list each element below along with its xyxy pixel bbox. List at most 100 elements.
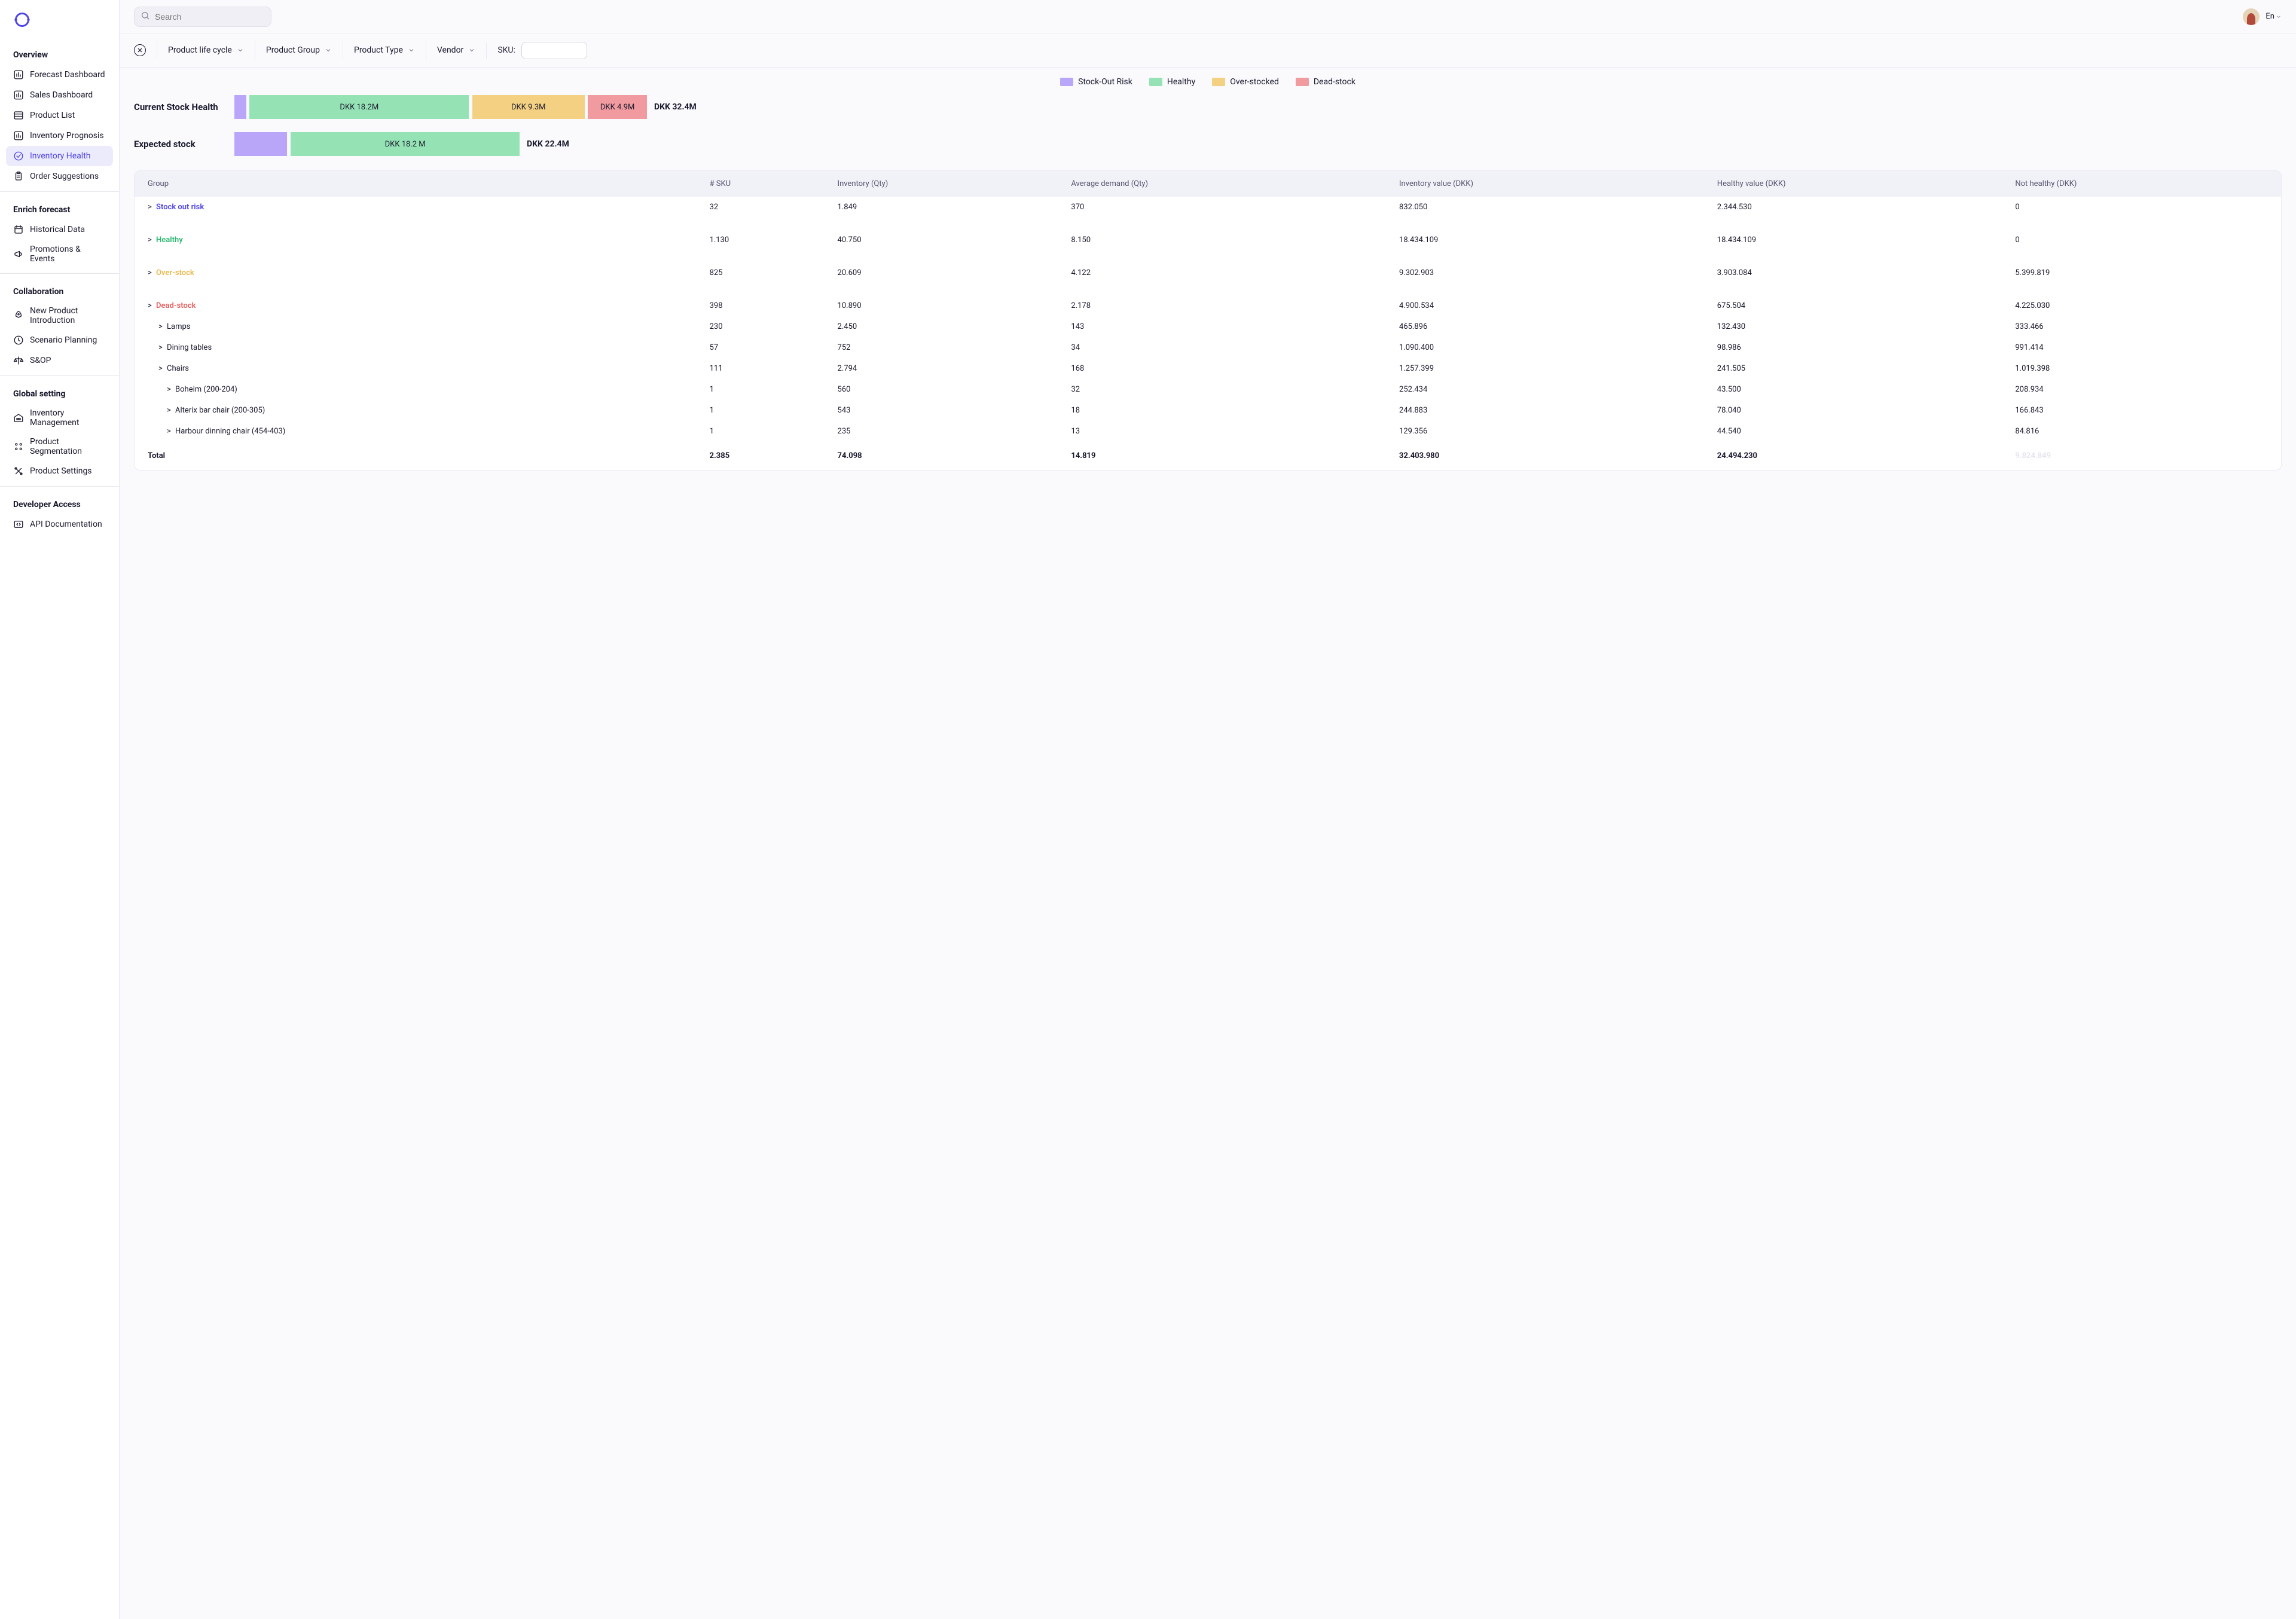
avatar[interactable] (2243, 8, 2260, 25)
filter-lifecycle[interactable]: Product life cycle (157, 41, 255, 60)
data-cell: 4.225.030 (2008, 295, 2281, 316)
data-cell: 1 (703, 421, 831, 442)
total-cell: 9.824.849 (2008, 442, 2281, 470)
legend-item: Stock-Out Risk (1060, 77, 1132, 87)
table-header[interactable]: Healthy value (DKK) (1710, 171, 2008, 197)
table-row[interactable]: > Harbour dinning chair (454-403)1235131… (135, 421, 2281, 442)
app-logo[interactable] (0, 0, 119, 37)
table-row[interactable]: > Chairs1112.7941681.257.399241.5051.019… (135, 358, 2281, 379)
group-cell[interactable]: > Stock out risk (135, 197, 703, 218)
group-cell[interactable]: > Alterix bar chair (200-305) (135, 400, 703, 421)
group-cell[interactable]: > Lamps (135, 316, 703, 337)
sidebar-item-label: Inventory Management (30, 408, 106, 427)
table-row[interactable]: > Stock out risk321.849370832.0502.344.5… (135, 197, 2281, 218)
data-cell: 18 (1064, 400, 1392, 421)
bar-segment[interactable] (234, 95, 246, 119)
group-cell[interactable]: > Over-stock (135, 262, 703, 283)
reset-filters-button[interactable] (134, 44, 146, 56)
sku-input[interactable] (521, 42, 587, 59)
sidebar-item-inventory-management[interactable]: Inventory Management (6, 404, 113, 432)
data-cell: 1.090.400 (1392, 337, 1710, 358)
sidebar-item-product-settings[interactable]: Product Settings (6, 461, 113, 481)
sidebar-item-label: Promotions & Events (30, 245, 106, 264)
data-cell: 1 (703, 379, 831, 400)
sidebar-section-title: Global setting (0, 381, 119, 404)
close-icon (137, 47, 143, 53)
table-header[interactable]: Average demand (Qty) (1064, 171, 1392, 197)
content: Stock-Out RiskHealthyOver-stockedDead-st… (120, 68, 2296, 1619)
group-cell[interactable]: > Dining tables (135, 337, 703, 358)
sidebar-item-order-suggestions[interactable]: Order Suggestions (6, 166, 113, 187)
sidebar-item-inventory-health[interactable]: Inventory Health (6, 146, 113, 166)
group-cell[interactable]: > Harbour dinning chair (454-403) (135, 421, 703, 442)
table-row[interactable]: > Dead-stock39810.8902.1784.900.534675.5… (135, 295, 2281, 316)
table-row[interactable]: > Alterix bar chair (200-305)154318244.8… (135, 400, 2281, 421)
sidebar-item-inventory-prognosis[interactable]: Inventory Prognosis (6, 126, 113, 146)
table-header[interactable]: # SKU (703, 171, 831, 197)
data-cell: 20.609 (831, 262, 1064, 283)
sidebar-item-product-list[interactable]: Product List (6, 105, 113, 126)
table-row[interactable]: > Boheim (200-204)156032252.43443.500208… (135, 379, 2281, 400)
filter-vendor[interactable]: Vendor (426, 41, 486, 60)
sidebar-item-sales-dashboard[interactable]: Sales Dashboard (6, 85, 113, 105)
sidebar-item-product-segmentation[interactable]: Product Segmentation (6, 432, 113, 461)
table-header[interactable]: Inventory value (DKK) (1392, 171, 1710, 197)
sidebar-item-historical-data[interactable]: Historical Data (6, 219, 113, 240)
search-input[interactable] (134, 7, 271, 27)
sidebar-item-scenario-planning[interactable]: Scenario Planning (6, 330, 113, 350)
language-label: En (2266, 12, 2274, 21)
bar-segment[interactable]: DKK 18.2 M (291, 132, 520, 156)
megaphone-icon (13, 249, 24, 259)
table-header[interactable]: Not healthy (DKK) (2008, 171, 2281, 197)
chevron-down-icon (408, 47, 415, 54)
filter-product-type[interactable]: Product Type (343, 41, 426, 60)
sidebar-item-label: Historical Data (30, 225, 85, 234)
filter-product-group[interactable]: Product Group (255, 41, 343, 60)
group-cell[interactable]: > Dead-stock (135, 295, 703, 316)
data-cell: 235 (831, 421, 1064, 442)
logo-icon (13, 11, 31, 29)
data-cell: 13 (1064, 421, 1392, 442)
sidebar-item-new-product-introduction[interactable]: New Product Introduction (6, 301, 113, 330)
sidebar-section-title: Enrich forecast (0, 197, 119, 219)
sidebar-item-api-documentation[interactable]: API Documentation (6, 514, 113, 534)
language-select[interactable]: En (2266, 12, 2282, 21)
table-row[interactable]: > Lamps2302.450143465.896132.430333.466 (135, 316, 2281, 337)
total-cell: 14.819 (1064, 442, 1392, 470)
data-cell: 3.903.084 (1710, 262, 2008, 283)
bar-segment[interactable]: DKK 9.3M (472, 95, 585, 119)
data-cell: 370 (1064, 197, 1392, 218)
table-row[interactable]: > Over-stock82520.6094.1229.302.9033.903… (135, 262, 2281, 283)
table-header[interactable]: Group (135, 171, 703, 197)
sidebar-item-s-op[interactable]: S&OP (6, 350, 113, 371)
data-cell: 832.050 (1392, 197, 1710, 218)
group-cell[interactable]: > Boheim (200-204) (135, 379, 703, 400)
group-cell[interactable]: > Chairs (135, 358, 703, 379)
sidebar-item-forecast-dashboard[interactable]: Forecast Dashboard (6, 65, 113, 85)
table-row[interactable]: > Dining tables57752341.090.40098.986991… (135, 337, 2281, 358)
data-cell: 2.450 (831, 316, 1064, 337)
bar-segment[interactable] (234, 132, 287, 156)
legend-swatch (1149, 78, 1162, 86)
table-row[interactable]: > Healthy1.13040.7508.15018.434.10918.43… (135, 230, 2281, 251)
check-badge-icon (13, 151, 24, 161)
data-cell: 10.890 (831, 295, 1064, 316)
sidebar-item-label: S&OP (30, 356, 51, 365)
legend-swatch (1060, 78, 1073, 86)
sidebar-item-label: Product List (30, 111, 75, 120)
data-cell: 34 (1064, 337, 1392, 358)
data-cell: 84.816 (2008, 421, 2281, 442)
sidebar-section-title: Collaboration (0, 279, 119, 301)
group-cell[interactable]: > Healthy (135, 230, 703, 251)
sidebar-item-promotions-events[interactable]: Promotions & Events (6, 240, 113, 268)
data-cell: 166.843 (2008, 400, 2281, 421)
legend: Stock-Out RiskHealthyOver-stockedDead-st… (134, 74, 2282, 95)
table-header[interactable]: Inventory (Qty) (831, 171, 1064, 197)
bar-segment[interactable]: DKK 18.2M (249, 95, 469, 119)
legend-label: Dead-stock (1314, 77, 1355, 87)
bar-segment[interactable]: DKK 4.9M (588, 95, 647, 119)
calendar-icon (13, 224, 24, 235)
legend-label: Stock-Out Risk (1078, 77, 1132, 87)
filter-bar: Product life cycle Product Group Product… (120, 33, 2296, 68)
data-cell: 143 (1064, 316, 1392, 337)
